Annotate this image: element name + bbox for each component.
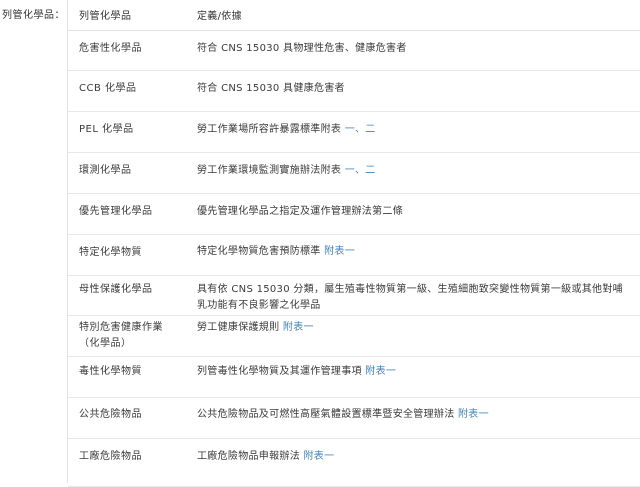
row-definition: 勞工作業環境監測實施辦法附表 一、二 bbox=[197, 163, 633, 179]
row-definition: 符合 CNS 15030 具健康危害者 bbox=[197, 81, 633, 97]
table-row: 毒性化學物質 列管毒性化學物質及其運作管理事項 附表一 bbox=[68, 357, 640, 398]
appendix-link[interactable]: 附表一 bbox=[458, 409, 489, 420]
row-category: 公共危險物品 bbox=[79, 409, 142, 420]
row-category: 毒性化學物質 bbox=[79, 366, 142, 377]
appendix-link[interactable]: 附表一 bbox=[303, 451, 334, 462]
row-category: CCB 化學品 bbox=[79, 83, 137, 94]
row-definition-text: 符合 CNS 15030 具物理性危害、健康危害者 bbox=[197, 43, 407, 54]
row-definition-text: 勞工作業場所容許暴露標準附表 bbox=[197, 124, 345, 135]
row-category: 特別危害健康作業（化學品） bbox=[79, 322, 163, 349]
header-definition: 定義/依據 bbox=[197, 11, 242, 22]
row-definition: 勞工健康保護規則 附表一 bbox=[197, 320, 633, 336]
row-definition-text: 特定化學物質危害預防標準 bbox=[197, 246, 325, 257]
row-definition: 優先管理化學品之指定及運作管理辦法第二條 bbox=[197, 204, 633, 220]
row-category: 優先管理化學品 bbox=[79, 206, 153, 217]
appendix-link[interactable]: 附表一 bbox=[365, 366, 396, 377]
table-body: 危害性化學品 符合 CNS 15030 具物理性危害、健康危害者 CCB 化學品 符合… bbox=[68, 31, 640, 487]
row-category: 工廠危險物品 bbox=[79, 451, 142, 462]
table-row: 優先管理化學品 優先管理化學品之指定及運作管理辦法第二條 bbox=[68, 194, 640, 235]
table-row: 公共危險物品 公共危險物品及可燃性高壓氣體設置標準暨安全管理辦法 附表一 bbox=[68, 398, 640, 439]
row-definition: 工廠危險物品申報辦法 附表一 bbox=[197, 449, 633, 465]
appendix-link[interactable]: 附表一 bbox=[324, 246, 355, 257]
row-definition-text: 公共危險物品及可燃性高壓氣體設置標準暨安全管理辦法 bbox=[197, 409, 458, 420]
row-definition-text: 勞工健康保護規則 bbox=[197, 322, 283, 333]
row-definition-text: 優先管理化學品之指定及運作管理辦法第二條 bbox=[197, 206, 403, 217]
row-definition-text: 勞工作業環境監測實施辦法附表 bbox=[197, 165, 345, 176]
row-definition: 具有依 CNS 15030 分類，屬生殖毒性物質第一級、生殖細胞致突變性物質第一… bbox=[197, 282, 633, 314]
table-row: 特定化學物質 特定化學物質危害預防標準 附表一 bbox=[68, 235, 640, 276]
table-row: 特別危害健康作業（化學品） 勞工健康保護規則 附表一 bbox=[68, 316, 640, 357]
row-category: 特定化學物質 bbox=[79, 247, 142, 258]
table-row: 環測化學品 勞工作業環境監測實施辦法附表 一、二 bbox=[68, 153, 640, 194]
row-definition-text: 工廠危險物品申報辦法 bbox=[197, 451, 304, 462]
row-category: 環測化學品 bbox=[79, 165, 132, 176]
row-definition: 符合 CNS 15030 具物理性危害、健康危害者 bbox=[197, 41, 633, 57]
row-definition-text: 符合 CNS 15030 具健康危害者 bbox=[197, 83, 345, 94]
regulated-chemicals-table: 列管化學品 定義/依據 危害性化學品 符合 CNS 15030 具物理性危害、健康… bbox=[68, 0, 640, 487]
field-label: 列管化學品： bbox=[2, 10, 65, 21]
row-category: 危害性化學品 bbox=[79, 43, 142, 54]
table-row: 母性保護化學品 具有依 CNS 15030 分類，屬生殖毒性物質第一級、生殖細胞致… bbox=[68, 276, 640, 316]
row-category: PEL 化學品 bbox=[79, 124, 134, 135]
appendix-link[interactable]: 一、二 bbox=[345, 165, 376, 176]
row-definition: 特定化學物質危害預防標準 附表一 bbox=[197, 244, 633, 260]
table-row: 危害性化學品 符合 CNS 15030 具物理性危害、健康危害者 bbox=[68, 31, 640, 71]
row-definition-text: 具有依 CNS 15030 分類，屬生殖毒性物質第一級、生殖細胞致突變性物質第一… bbox=[197, 284, 623, 311]
table-row: CCB 化學品 符合 CNS 15030 具健康危害者 bbox=[68, 71, 640, 112]
appendix-link[interactable]: 一、二 bbox=[345, 124, 376, 135]
row-definition-text: 列管毒性化學物質及其運作管理事項 bbox=[197, 366, 366, 377]
header-category: 列管化學品 bbox=[79, 11, 132, 22]
row-definition: 勞工作業場所容許暴露標準附表 一、二 bbox=[197, 122, 633, 138]
row-definition: 公共危險物品及可燃性高壓氣體設置標準暨安全管理辦法 附表一 bbox=[197, 407, 633, 423]
row-category: 母性保護化學品 bbox=[79, 284, 153, 295]
table-row: PEL 化學品 勞工作業場所容許暴露標準附表 一、二 bbox=[68, 112, 640, 153]
table-row: 工廠危險物品 工廠危險物品申報辦法 附表一 bbox=[68, 439, 640, 487]
appendix-link[interactable]: 附表一 bbox=[283, 322, 314, 333]
row-definition: 列管毒性化學物質及其運作管理事項 附表一 bbox=[197, 364, 633, 380]
table-header-row: 列管化學品 定義/依據 bbox=[68, 0, 640, 31]
